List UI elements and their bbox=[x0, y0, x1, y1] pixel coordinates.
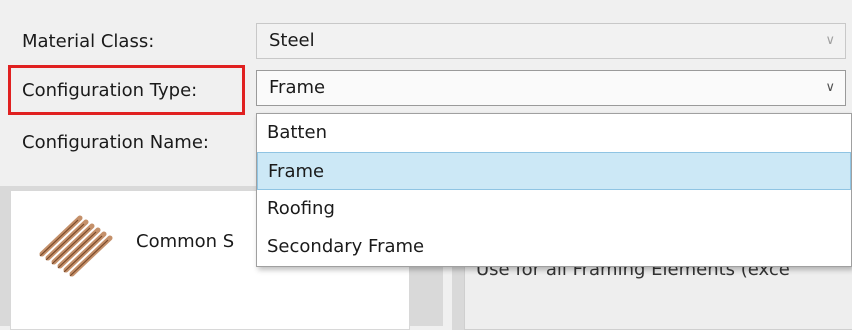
card-title: Common S bbox=[136, 231, 235, 252]
dropdown-option-secondary-frame[interactable]: Secondary Frame bbox=[257, 228, 851, 266]
configuration-name-label: Configuration Name: bbox=[22, 132, 209, 153]
configuration-type-label: Configuration Type: bbox=[22, 80, 198, 101]
dropdown-option-batten[interactable]: Batten bbox=[257, 114, 851, 152]
chevron-down-icon: ∨ bbox=[825, 80, 835, 95]
material-class-label: Material Class: bbox=[22, 31, 155, 52]
chevron-down-icon: ∨ bbox=[825, 33, 835, 48]
material-class-value: Steel bbox=[269, 30, 315, 51]
material-class-select[interactable]: Steel ∨ bbox=[256, 23, 846, 59]
configuration-type-value: Frame bbox=[269, 77, 326, 98]
configuration-type-select[interactable]: Frame ∨ bbox=[256, 70, 846, 106]
configuration-type-dropdown[interactable]: Batten Frame Roofing Secondary Frame bbox=[256, 113, 852, 267]
dropdown-option-frame[interactable]: Frame bbox=[257, 152, 851, 190]
dropdown-option-roofing[interactable]: Roofing bbox=[257, 190, 851, 228]
timber-frame-icon bbox=[28, 202, 124, 284]
